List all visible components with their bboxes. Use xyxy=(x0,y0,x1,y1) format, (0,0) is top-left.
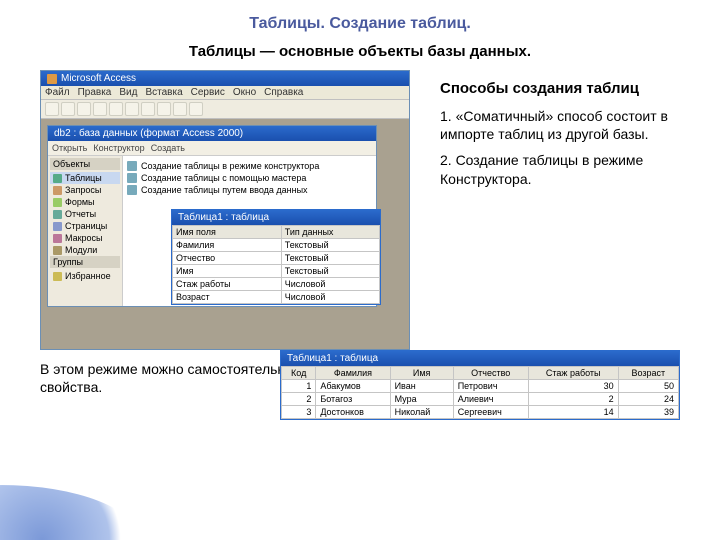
toolbar-button[interactable] xyxy=(125,102,139,116)
db-sidebar: Объекты Таблицы Запросы Формы Отчеты Стр… xyxy=(48,156,123,306)
col-head: Фамилия xyxy=(316,367,390,380)
toolbar-button[interactable] xyxy=(189,102,203,116)
datasheet-window: Таблица1 : таблица Код Фамилия Имя Отчес… xyxy=(280,350,680,420)
toolbar-button[interactable] xyxy=(173,102,187,116)
menu-item[interactable]: Справка xyxy=(264,87,303,98)
wizard-icon xyxy=(127,185,137,195)
table-row: 3 Достонков Николай Сергеевич 14 39 xyxy=(282,406,679,419)
point-1: 1. «Соматичный» способ состоит в импорте… xyxy=(440,107,680,143)
col-head: Отчество xyxy=(453,367,528,380)
menu-item[interactable]: Сервис xyxy=(191,87,225,98)
toolbar-button[interactable] xyxy=(141,102,155,116)
section-title: Способы создания таблиц xyxy=(440,80,680,97)
design-grid: Имя поляТип данных ФамилияТекстовый Отче… xyxy=(172,225,380,304)
col-head: Код xyxy=(282,367,316,380)
sidebar-item-reports[interactable]: Отчеты xyxy=(50,208,120,220)
module-icon xyxy=(53,246,62,255)
toolbar-button[interactable] xyxy=(61,102,75,116)
toolbar-button[interactable] xyxy=(77,102,91,116)
sidebar-item-modules[interactable]: Модули xyxy=(50,244,120,256)
table-row: ИмяТекстовый xyxy=(173,265,380,278)
db-toolbar-new[interactable]: Создать xyxy=(151,143,185,153)
db-toolbar-design[interactable]: Конструктор xyxy=(93,143,144,153)
table-row: ОтчествоТекстовый xyxy=(173,252,380,265)
toolbar-button[interactable] xyxy=(109,102,123,116)
access-app-window: Microsoft Access Файл Правка Вид Вставка… xyxy=(40,70,410,350)
table-row: ВозрастЧисловой xyxy=(173,291,380,304)
menu-item[interactable]: Правка xyxy=(78,87,112,98)
toolbar-button[interactable] xyxy=(45,102,59,116)
page-icon xyxy=(53,222,62,231)
mdi-area: db2 : база данных (формат Access 2000) О… xyxy=(41,119,409,349)
toolbar-button[interactable] xyxy=(157,102,171,116)
db-side-head-groups: Группы xyxy=(50,256,120,268)
slide-accent xyxy=(0,485,140,540)
table-row: ФамилияТекстовый xyxy=(173,239,380,252)
design-window-title: Таблица1 : таблица xyxy=(172,210,380,225)
menu-item[interactable]: Окно xyxy=(233,87,256,98)
sidebar-item-macros[interactable]: Макросы xyxy=(50,232,120,244)
col-fieldname: Имя поля xyxy=(173,226,282,239)
point-2: 2. Создание таблицы в режиме Конструктор… xyxy=(440,151,680,187)
col-head: Возраст xyxy=(618,367,678,380)
table-row: Стаж работыЧисловой xyxy=(173,278,380,291)
db-window-title: db2 : база данных (формат Access 2000) xyxy=(48,126,376,141)
text-column: Способы создания таблиц 1. «Соматичный» … xyxy=(430,70,680,350)
screenshot-area: Microsoft Access Файл Правка Вид Вставка… xyxy=(40,70,420,350)
toolbar-button[interactable] xyxy=(93,102,107,116)
table-icon xyxy=(53,174,62,183)
menu-item[interactable]: Вставка xyxy=(145,87,182,98)
sidebar-item-queries[interactable]: Запросы xyxy=(50,184,120,196)
table-row: 2 Ботагоз Мура Алиевич 2 24 xyxy=(282,393,679,406)
sidebar-item-favorites[interactable]: Избранное xyxy=(50,270,120,282)
db-side-head-objects: Объекты xyxy=(50,158,120,170)
list-item[interactable]: Создание таблицы с помощью мастера xyxy=(127,172,372,184)
db-toolbar-open[interactable]: Открыть xyxy=(52,143,87,153)
page-subtitle: Таблицы — основные объекты базы данных. xyxy=(40,43,680,60)
wizard-icon xyxy=(127,173,137,183)
app-titlebar: Microsoft Access xyxy=(41,71,409,86)
toolbar xyxy=(41,100,409,119)
menu-item[interactable]: Вид xyxy=(119,87,137,98)
sidebar-item-pages[interactable]: Страницы xyxy=(50,220,120,232)
form-icon xyxy=(53,198,62,207)
app-icon xyxy=(47,74,57,84)
table-design-window: Таблица1 : таблица Имя поляТип данных Фа… xyxy=(171,209,381,305)
col-head: Стаж работы xyxy=(528,367,618,380)
report-icon xyxy=(53,210,62,219)
menu-item[interactable]: Файл xyxy=(45,87,70,98)
col-datatype: Тип данных xyxy=(281,226,379,239)
app-title: Microsoft Access xyxy=(61,73,136,84)
datasheet-title: Таблица1 : таблица xyxy=(281,351,679,366)
sidebar-item-forms[interactable]: Формы xyxy=(50,196,120,208)
datasheet-grid: Код Фамилия Имя Отчество Стаж работы Воз… xyxy=(281,366,679,419)
query-icon xyxy=(53,186,62,195)
list-item[interactable]: Создание таблицы путем ввода данных xyxy=(127,184,372,196)
col-head: Имя xyxy=(390,367,453,380)
sidebar-item-tables[interactable]: Таблицы xyxy=(50,172,120,184)
table-row: 1 Абакумов Иван Петрович 30 50 xyxy=(282,380,679,393)
page-title: Таблицы. Создание таблиц. xyxy=(40,15,680,33)
macro-icon xyxy=(53,234,62,243)
menubar: Файл Правка Вид Вставка Сервис Окно Спра… xyxy=(41,86,409,100)
list-item[interactable]: Создание таблицы в режиме конструктора xyxy=(127,160,372,172)
star-icon xyxy=(53,272,62,281)
db-toolbar: Открыть Конструктор Создать xyxy=(48,141,376,156)
wizard-icon xyxy=(127,161,137,171)
